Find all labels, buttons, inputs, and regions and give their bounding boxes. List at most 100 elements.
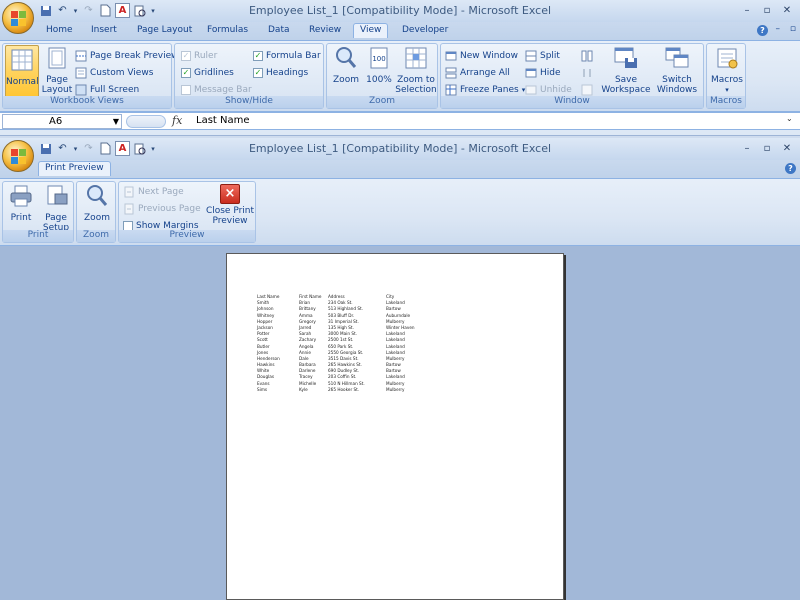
previous-page-button[interactable]: Previous Page — [123, 201, 201, 216]
arrange-all-button[interactable]: Arrange All — [445, 65, 510, 80]
page-setup-button[interactable]: Page Setup — [39, 184, 73, 233]
minimize-icon[interactable]: – — [738, 2, 756, 18]
group-zoom: Zoom 100 100% Zoom to Selection Zoom — [326, 43, 438, 109]
normal-view-button[interactable]: Normal — [5, 45, 39, 99]
redo-icon[interactable]: ↷ — [81, 141, 96, 156]
headings-check-icon: ✓ — [253, 67, 263, 78]
freeze-panes-button[interactable]: Freeze Panes ▾ — [445, 82, 525, 97]
save-icon[interactable] — [38, 3, 53, 18]
minimize-icon[interactable]: – — [738, 140, 756, 156]
macros-dropdown-icon: ▾ — [725, 86, 729, 94]
ribbon-minimize-icon[interactable]: – — [776, 24, 781, 34]
headings-checkbox[interactable]: ✓ Headings — [253, 65, 308, 80]
new-window-button[interactable]: New Window — [445, 48, 518, 63]
tab-page-layout[interactable]: Page Layout — [137, 25, 192, 35]
ruler-checkbox[interactable]: ✓ Ruler — [181, 48, 217, 63]
font-color-icon[interactable]: A — [115, 141, 130, 156]
name-box[interactable]: A6 ▼ — [2, 114, 122, 129]
close-print-preview-button[interactable]: × Close Print Preview — [205, 184, 255, 226]
help-icon[interactable]: ? — [785, 163, 796, 174]
insert-function-button[interactable]: fx — [172, 114, 182, 127]
custom-views-button[interactable]: Custom Views — [75, 65, 153, 80]
tab-insert[interactable]: Insert — [91, 25, 117, 35]
tab-data[interactable]: Data — [268, 25, 290, 35]
custom-views-label: Custom Views — [90, 67, 154, 78]
print-preview-icon[interactable] — [132, 141, 147, 156]
redo-icon[interactable]: ↷ — [81, 3, 96, 18]
undo-icon[interactable]: ↶ — [55, 3, 70, 18]
preview-cell: 265 Hooker St. — [328, 386, 360, 392]
tab-home[interactable]: Home — [46, 25, 73, 35]
tab-review[interactable]: Review — [309, 25, 341, 35]
message-bar-checkbox[interactable]: Message Bar — [181, 82, 252, 97]
reset-window-position-button[interactable] — [581, 82, 593, 97]
freeze-panes-icon — [445, 84, 457, 95]
close-icon[interactable]: ✕ — [778, 140, 796, 156]
new-document-icon[interactable] — [98, 141, 113, 156]
switch-windows-icon — [665, 47, 689, 68]
tab-view[interactable]: View — [353, 23, 389, 38]
zoom-to-selection-button[interactable]: Zoom to Selection — [395, 46, 437, 95]
ribbon-restore-icon[interactable]: ▫ — [790, 24, 796, 34]
print-preview-icon[interactable] — [132, 3, 147, 18]
unhide-label: Unhide — [540, 84, 572, 95]
chevron-down-icon[interactable]: ▾ — [72, 3, 79, 18]
normal-view-label: Normal — [6, 77, 39, 87]
switch-windows-button[interactable]: Switch Windows — [651, 46, 703, 95]
custom-views-icon — [75, 67, 87, 78]
preview-page[interactable]: Last Name First Name Address City Smith B… — [226, 253, 564, 600]
zoom-100-button[interactable]: 100 100% — [365, 46, 393, 85]
split-icon — [525, 50, 537, 61]
tab-developer[interactable]: Developer — [402, 25, 448, 35]
font-color-icon[interactable]: A — [115, 3, 130, 18]
restore-icon[interactable]: ▫ — [758, 140, 776, 156]
help-icon[interactable]: ? — [757, 25, 768, 36]
next-page-button[interactable]: Next Page — [123, 184, 184, 199]
customize-qat-icon[interactable]: ▾ — [149, 141, 157, 156]
page-layout-view-button[interactable]: Page Layout — [41, 46, 73, 95]
headings-label: Headings — [266, 67, 309, 78]
unhide-icon — [525, 85, 537, 94]
close-print-preview-icon: × — [220, 184, 240, 204]
office-logo-icon — [11, 149, 27, 165]
tab-print-preview[interactable]: Print Preview — [38, 161, 111, 176]
zoom-button[interactable]: Zoom — [331, 46, 361, 85]
chevron-down-icon[interactable]: ▾ — [72, 141, 79, 156]
name-box-dropdown-icon[interactable]: ▼ — [113, 115, 119, 128]
preview-zoom-button[interactable]: Zoom — [81, 184, 113, 223]
undo-icon[interactable]: ↶ — [55, 141, 70, 156]
quick-access-toolbar-2: ↶ ▾ ↷ A ▾ — [38, 141, 157, 156]
office-button-2[interactable] — [2, 140, 34, 172]
gridlines-checkbox[interactable]: ✓ Gridlines — [181, 65, 234, 80]
new-window-icon — [445, 51, 457, 60]
print-button[interactable]: Print — [5, 184, 37, 223]
tab-formulas[interactable]: Formulas — [207, 25, 248, 35]
save-icon[interactable] — [38, 141, 53, 156]
full-screen-label: Full Screen — [90, 84, 140, 95]
formula-bar-divider — [126, 115, 166, 128]
macros-button[interactable]: Macros ▾ — [709, 46, 745, 95]
normal-view-icon — [11, 49, 33, 71]
customize-qat-icon[interactable]: ▾ — [149, 3, 157, 18]
expand-formula-bar-icon[interactable]: ⌄ — [786, 114, 798, 128]
restore-icon[interactable]: ▫ — [758, 2, 776, 18]
window2-controls: – ▫ ✕ — [738, 140, 796, 156]
new-document-icon[interactable] — [98, 3, 113, 18]
view-side-by-side-button[interactable] — [581, 48, 593, 63]
formula-bar-checkbox[interactable]: ✓ Formula Bar — [253, 48, 321, 63]
preview-group-label: Preview — [119, 230, 255, 242]
page-setup-icon — [47, 185, 68, 205]
hide-button[interactable]: Hide — [525, 65, 561, 80]
save-workspace-button[interactable]: Save Workspace — [601, 46, 651, 95]
page-break-preview-button[interactable]: Page Break Preview — [75, 48, 178, 63]
zoom-100-icon: 100 — [370, 47, 388, 69]
full-screen-button[interactable]: Full Screen — [75, 82, 139, 97]
zoom-group-label: Zoom — [327, 96, 437, 108]
split-button[interactable]: Split — [525, 48, 560, 63]
office-button[interactable] — [2, 2, 34, 34]
unhide-button[interactable]: Unhide — [525, 82, 572, 97]
close-icon[interactable]: ✕ — [778, 2, 796, 18]
next-page-label: Next Page — [138, 186, 184, 197]
synchronous-scrolling-button[interactable] — [581, 65, 593, 80]
formula-bar-input[interactable]: Last Name — [196, 115, 250, 126]
